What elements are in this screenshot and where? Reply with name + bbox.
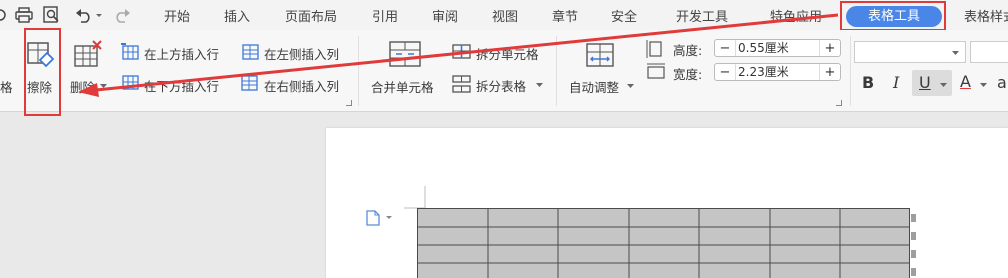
insert-row-below-button[interactable]: 在下方插入行 <box>144 76 219 95</box>
merge-cells-button[interactable]: 合并单元格 <box>371 77 434 96</box>
highlight-button[interactable]: a <box>997 73 1007 92</box>
active-tab-highlight: 表格工具 <box>840 1 946 31</box>
split-table-button[interactable]: 拆分表格 <box>476 76 526 95</box>
height-input[interactable]: 0.55厘米 <box>735 40 820 56</box>
insert-col-left-icon[interactable] <box>240 43 260 65</box>
font-size-select[interactable] <box>970 41 1008 63</box>
document-table[interactable] <box>417 208 910 278</box>
insert-row-above-icon[interactable] <box>120 43 140 65</box>
print-preview-icon[interactable] <box>42 5 62 25</box>
tab-developer[interactable]: 开发工具 <box>676 6 728 25</box>
font-name-select[interactable] <box>854 41 966 63</box>
tab-view[interactable]: 视图 <box>492 6 518 25</box>
group-expand-icon[interactable] <box>346 100 352 106</box>
undo-icon[interactable] <box>74 5 94 25</box>
partial-icon[interactable] <box>0 5 8 25</box>
erase-highlight-box <box>24 28 61 116</box>
split-cells-icon[interactable] <box>452 44 472 64</box>
column-width-icon <box>646 63 666 85</box>
group-divider <box>850 36 851 106</box>
split-table-dropdown-icon[interactable] <box>536 82 543 88</box>
row-end-markers <box>911 214 916 276</box>
tab-special-apps[interactable]: 特色应用 <box>770 6 822 25</box>
table-handle-icon[interactable] <box>366 210 394 230</box>
height-label: 高度: <box>673 43 703 58</box>
height-decrease-button[interactable]: − <box>715 41 735 56</box>
font-color-dropdown-icon[interactable] <box>980 82 987 88</box>
split-cells-button[interactable]: 拆分单元格 <box>476 44 539 63</box>
width-label: 宽度: <box>673 67 703 82</box>
undo-dropdown-icon[interactable] <box>94 5 104 25</box>
partial-button-label[interactable]: 格 <box>0 77 13 96</box>
tab-security[interactable]: 安全 <box>611 6 637 25</box>
group-expand-icon[interactable] <box>836 100 842 106</box>
auto-fit-dropdown-icon[interactable] <box>627 83 634 89</box>
merge-cells-icon[interactable] <box>388 40 422 72</box>
tab-bar: 开始 插入 页面布局 引用 审阅 视图 章节 安全 开发工具 特色应用 表格工具… <box>0 0 1008 31</box>
tab-insert[interactable]: 插入 <box>224 6 250 25</box>
group-divider <box>556 36 557 106</box>
underline-button[interactable]: U <box>919 73 931 92</box>
tab-chapter[interactable]: 章节 <box>552 6 578 25</box>
height-increase-button[interactable]: + <box>820 41 840 56</box>
bold-button[interactable]: B <box>862 73 874 92</box>
height-stepper[interactable]: − 0.55厘米 + <box>714 39 841 57</box>
split-table-icon[interactable] <box>452 75 472 97</box>
auto-fit-button[interactable]: 自动调整 <box>569 77 619 96</box>
delete-table-icon[interactable] <box>72 40 104 74</box>
underline-dropdown-icon[interactable] <box>940 82 947 88</box>
margin-corner-mark <box>404 186 426 209</box>
row-height-icon <box>646 39 664 63</box>
width-decrease-button[interactable]: − <box>715 65 735 80</box>
print-icon[interactable] <box>14 5 34 25</box>
tab-references[interactable]: 引用 <box>372 6 398 25</box>
tab-page-layout[interactable]: 页面布局 <box>285 6 337 25</box>
width-input[interactable]: 2.23厘米 <box>735 64 820 80</box>
insert-row-below-icon[interactable] <box>120 74 140 96</box>
width-stepper[interactable]: − 2.23厘米 + <box>714 63 841 81</box>
font-color-button[interactable]: A <box>960 72 971 91</box>
auto-fit-icon[interactable] <box>584 40 616 74</box>
tab-table-tools[interactable]: 表格工具 <box>846 6 942 27</box>
tab-home[interactable]: 开始 <box>164 6 190 25</box>
redo-icon[interactable] <box>112 5 132 25</box>
width-increase-button[interactable]: + <box>820 65 840 80</box>
italic-button[interactable]: I <box>893 73 899 92</box>
insert-row-above-button[interactable]: 在上方插入行 <box>144 44 219 63</box>
insert-col-left-button[interactable]: 在左侧插入列 <box>264 44 339 63</box>
tab-table-style[interactable]: 表格样式 <box>964 6 1008 25</box>
insert-col-right-button[interactable]: 在右侧插入列 <box>264 76 339 95</box>
group-divider <box>358 36 359 106</box>
delete-dropdown-icon[interactable] <box>100 83 107 89</box>
delete-button[interactable]: 删除 <box>70 77 95 96</box>
font-dropdown-icon[interactable] <box>952 50 959 56</box>
tab-review[interactable]: 审阅 <box>432 6 458 25</box>
insert-col-right-icon[interactable] <box>240 74 260 96</box>
